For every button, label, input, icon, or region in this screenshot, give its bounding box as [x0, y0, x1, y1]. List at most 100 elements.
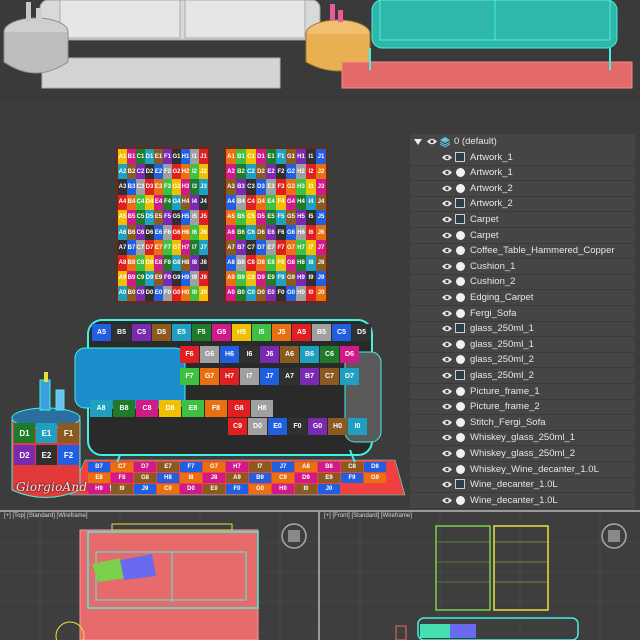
- eye-icon[interactable]: [442, 309, 452, 318]
- render-dot-icon[interactable]: [456, 261, 465, 271]
- front-viewport[interactable]: [+] [Front] [Standard] [Wireframe]: [320, 512, 640, 640]
- layer-row[interactable]: Picture_frame_1: [410, 384, 635, 400]
- eye-icon[interactable]: [442, 184, 452, 193]
- texture-tile: B5: [236, 209, 246, 225]
- texture-tile: J0: [199, 285, 208, 301]
- render-dot-icon[interactable]: [456, 402, 465, 412]
- eye-icon[interactable]: [442, 449, 452, 458]
- layer-row[interactable]: Cushion_1: [410, 259, 635, 275]
- render-dot-icon[interactable]: [456, 339, 465, 349]
- carpet-tile: G0: [249, 484, 271, 494]
- eye-icon[interactable]: [442, 324, 452, 333]
- texture-tile: H1: [181, 149, 190, 165]
- render-dot-icon[interactable]: [456, 433, 465, 443]
- eye-icon[interactable]: [442, 387, 452, 396]
- texture-tile: F5: [163, 209, 172, 225]
- layer-row-default[interactable]: 0 (default): [410, 134, 635, 150]
- layer-row[interactable]: Artwork_2: [410, 196, 635, 213]
- object-icon[interactable]: [455, 214, 465, 224]
- object-icon[interactable]: [455, 323, 465, 334]
- layer-row[interactable]: Wine_decanter_1.0L: [410, 477, 635, 494]
- layer-row[interactable]: Artwork_1: [410, 165, 635, 182]
- layer-row[interactable]: Edging_Carpet: [410, 290, 635, 306]
- texture-tile: E8: [266, 255, 276, 271]
- eye-icon[interactable]: [442, 480, 452, 489]
- render-dot-icon[interactable]: [456, 449, 465, 458]
- eye-icon[interactable]: [442, 277, 452, 286]
- render-dot-icon[interactable]: [456, 355, 465, 365]
- eye-icon[interactable]: [442, 340, 452, 349]
- layer-row[interactable]: Whiskey_Wine_decanter_1.0L: [410, 462, 635, 478]
- render-dot-icon[interactable]: [456, 464, 465, 474]
- layer-object-name: Artwork_1: [470, 151, 513, 163]
- eye-icon[interactable]: [442, 215, 452, 224]
- artwork-1[interactable]: A1 B1 C1 D1 E1 F1 G1 H1 I1 J1 A2 B2 C2 D2 E2 F2 G2 H2 I2 J2…: [116, 147, 210, 303]
- top-viewport[interactable]: [+] [Top] [Standard] [Wireframe]: [0, 512, 320, 640]
- texture-tile: A2: [226, 164, 236, 180]
- layer-row[interactable]: Whiskey_glass_250ml_2: [410, 446, 635, 462]
- carpet-tile: B8: [318, 462, 340, 472]
- eye-icon[interactable]: [442, 168, 452, 177]
- texture-tile: H6: [181, 224, 190, 241]
- render-dot-icon[interactable]: [456, 386, 465, 396]
- texture-tile: F1: [163, 149, 172, 165]
- object-icon[interactable]: [455, 198, 465, 209]
- layer-row[interactable]: glass_250ml_1: [410, 321, 635, 338]
- texture-tile: D2: [256, 164, 266, 180]
- carpet-tile: E7: [157, 462, 179, 472]
- top-preview-viewport[interactable]: [0, 0, 640, 100]
- layer-row[interactable]: Artwork_2: [410, 181, 635, 197]
- object-icon[interactable]: [455, 370, 465, 380]
- render-dot-icon[interactable]: [456, 183, 465, 193]
- render-dot-icon[interactable]: [456, 230, 465, 240]
- layer-row[interactable]: Carpet: [410, 228, 635, 244]
- sofa-tile: H7: [220, 368, 239, 385]
- eye-icon[interactable]: [442, 231, 452, 240]
- render-dot-icon[interactable]: [456, 495, 465, 505]
- eye-icon[interactable]: [442, 262, 452, 271]
- layer-row[interactable]: Coffee_Table_Hammered_Copper: [410, 243, 635, 260]
- object-icon[interactable]: [455, 479, 465, 490]
- carpet-tile: A9: [226, 473, 248, 483]
- texture-tile: B4: [127, 194, 136, 210]
- layer-row[interactable]: Carpet: [410, 212, 635, 228]
- layer-object-name: glass_250ml_2: [470, 370, 534, 381]
- carpet-tile: B7: [88, 462, 110, 472]
- eye-icon[interactable]: [442, 402, 452, 411]
- render-dot-icon[interactable]: [456, 277, 465, 287]
- render-dot-icon[interactable]: [456, 168, 465, 178]
- render-dot-icon[interactable]: [456, 246, 465, 256]
- collapse-triangle-icon[interactable]: [414, 139, 422, 145]
- object-icon[interactable]: [455, 151, 465, 162]
- artwork-2[interactable]: A1 B1 C1 D1 E1 F1 G1 H1 I1 J1 A2 B2 C2 D2 E2 F2 G2 H2 I2 J2…: [224, 147, 328, 303]
- eye-icon[interactable]: [442, 418, 452, 427]
- texture-tile: A6: [118, 224, 127, 241]
- layer-row[interactable]: Picture_frame_2: [410, 399, 635, 416]
- eye-icon[interactable]: [442, 246, 452, 255]
- eye-icon[interactable]: [442, 371, 452, 380]
- layer-row[interactable]: glass_250ml_2: [410, 368, 635, 384]
- layer-row[interactable]: glass_250ml_1: [410, 337, 635, 353]
- layer-row[interactable]: Cushion_2: [410, 274, 635, 291]
- layer-object-name: Carpet: [470, 229, 499, 241]
- eye-icon[interactable]: [442, 496, 452, 505]
- eye-icon[interactable]: [442, 293, 452, 302]
- layer-row[interactable]: Wine_decanter_1.0L: [410, 493, 635, 509]
- eye-icon[interactable]: [442, 355, 452, 364]
- layer-explorer-panel[interactable]: 0 (default) Artwork_1 Artwork_1 Artwork_2 A…: [410, 134, 635, 510]
- layer-row[interactable]: Whiskey_glass_250ml_1: [410, 430, 635, 447]
- render-dot-icon[interactable]: [456, 417, 465, 427]
- eye-icon[interactable]: [427, 137, 437, 146]
- texture-tile: F5: [276, 209, 286, 225]
- eye-icon[interactable]: [442, 199, 452, 208]
- layer-row[interactable]: Fergi_Sofa: [410, 306, 635, 322]
- render-dot-icon[interactable]: [456, 308, 465, 318]
- layer-row[interactable]: Artwork_1: [410, 150, 635, 166]
- texture-tile: I4: [190, 194, 199, 210]
- layer-row[interactable]: Stitch_Fergi_Sofa: [410, 415, 635, 431]
- eye-icon[interactable]: [442, 433, 452, 442]
- eye-icon[interactable]: [442, 153, 452, 162]
- eye-icon[interactable]: [442, 465, 452, 474]
- render-dot-icon[interactable]: [456, 293, 465, 302]
- layer-row[interactable]: glass_250ml_2: [410, 352, 635, 369]
